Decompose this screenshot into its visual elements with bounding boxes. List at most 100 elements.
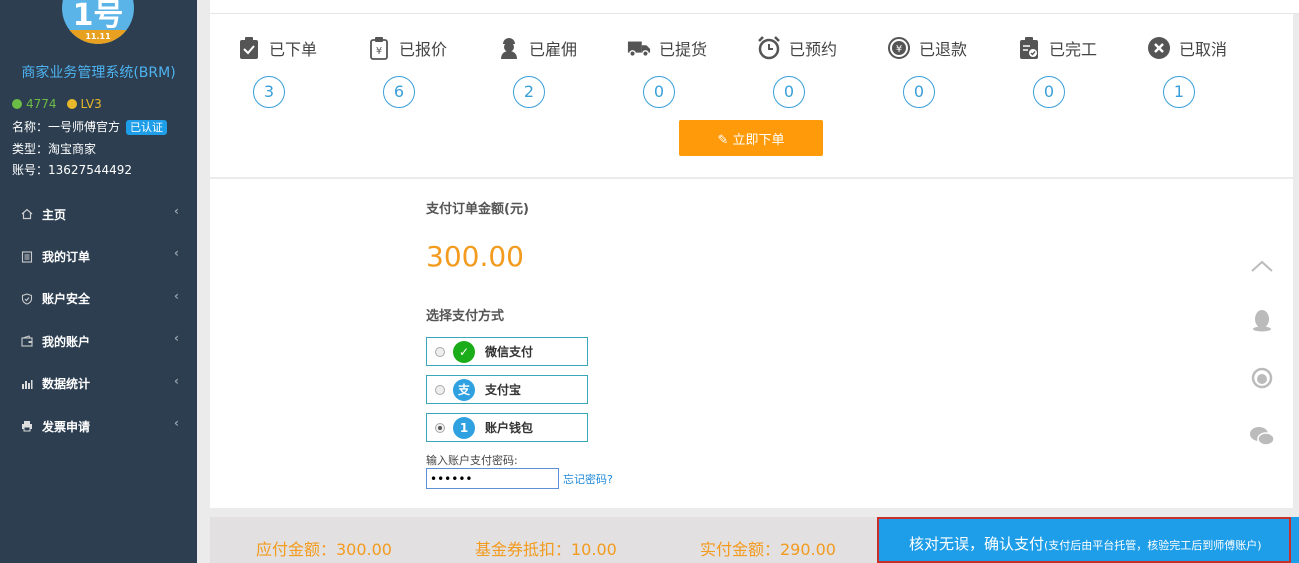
alarm-clock-icon — [757, 36, 781, 60]
type-value: 淘宝商家 — [48, 142, 97, 156]
method-label: 账户钱包 — [485, 421, 534, 435]
confirm-sub-label: (支付后由平台托管，核验完工后到师傅账户) — [1044, 538, 1262, 552]
coin-stat: 4774 — [12, 97, 57, 111]
order-status-panel: 已下单 3 ¥ 已报价 6 已雇佣 2 已提货 0 已预约 0 ¥ 已退款 0 … — [210, 14, 1293, 177]
clipboard-done-icon — [1017, 36, 1041, 60]
sidebar-item-stats[interactable]: 数据统计 ‹ — [0, 363, 197, 405]
method-label: 微信支付 — [485, 345, 534, 359]
account-value: 13627544492 — [48, 163, 132, 177]
password-field[interactable] — [426, 468, 559, 489]
sidebar-item-label: 数据统计 — [42, 377, 91, 392]
edit-icon: ✎ — [717, 132, 733, 148]
status-refunded[interactable]: ¥ 已退款 0 — [887, 36, 1007, 108]
wechat-icon[interactable] — [1248, 422, 1276, 450]
type-label: 类型： — [12, 142, 49, 156]
status-count: 2 — [513, 76, 545, 108]
forgot-password-link[interactable]: 忘记密码? — [563, 471, 613, 487]
user-stats: 4774 LV3 — [12, 97, 102, 111]
status-scheduled[interactable]: 已预约 0 — [757, 36, 877, 108]
method-wechat[interactable]: ✓ 微信支付 — [426, 337, 588, 366]
status-count: 0 — [773, 76, 805, 108]
sidebar-item-label: 我的账户 — [42, 334, 91, 349]
payment-amount: 300.00 — [426, 240, 524, 273]
bar-chart-icon — [20, 377, 34, 391]
chevron-left-icon: ‹ — [174, 204, 179, 218]
top-bar — [210, 0, 1299, 14]
sidebar-item-label: 我的订单 — [42, 250, 91, 265]
logo-text: 1号 — [72, 0, 124, 33]
profile-account: 账号：13627544492 — [12, 161, 132, 178]
sidebar-item-invoice[interactable]: 发票申请 ‹ — [0, 405, 197, 447]
sidebar-item-orders[interactable]: 我的订单 ‹ — [0, 235, 197, 277]
alipay-icon: 支 — [453, 378, 475, 401]
chevron-left-icon: ‹ — [174, 373, 179, 388]
sidebar-item-security[interactable]: 账户安全 ‹ — [0, 278, 197, 320]
method-alipay[interactable]: 支 支付宝 — [426, 375, 588, 404]
order-now-label: 立即下单 — [732, 132, 785, 148]
radio-button[interactable] — [435, 346, 445, 357]
method-wallet[interactable]: 1 账户钱包 — [426, 413, 588, 442]
shield-icon — [20, 292, 34, 306]
coin-icon — [12, 99, 22, 109]
profile-type: 类型：淘宝商家 — [12, 140, 96, 157]
support-icon[interactable] — [1248, 364, 1276, 392]
wallet-logo-icon: 1 — [453, 416, 475, 439]
level-value: LV3 — [80, 97, 102, 111]
logo: 1号 11.11 — [62, 0, 134, 44]
status-picked-up[interactable]: 已提货 0 — [627, 36, 747, 108]
status-label: 已完工 — [1049, 40, 1098, 59]
system-name: 商家业务管理系统(BRM) — [21, 65, 176, 81]
radio-button-selected[interactable] — [435, 422, 445, 433]
svg-text:¥: ¥ — [896, 44, 902, 55]
refund-icon: ¥ — [887, 36, 911, 60]
status-hired[interactable]: 已雇佣 2 — [497, 36, 617, 108]
status-label: 已雇佣 — [529, 40, 578, 59]
method-title: 选择支付方式 — [426, 309, 505, 324]
status-count: 0 — [1033, 76, 1065, 108]
chevron-left-icon: ‹ — [174, 288, 179, 303]
svg-text:¥: ¥ — [376, 46, 382, 57]
floating-toolbar — [1248, 252, 1276, 480]
name-label: 名称： — [12, 120, 49, 134]
chevron-left-icon: ‹ — [174, 331, 179, 346]
button-edge — [1291, 517, 1299, 563]
actual-amount: 实付金额：290.00 — [700, 540, 836, 559]
status-count: 3 — [253, 76, 285, 108]
status-label: 已下单 — [269, 40, 318, 59]
status-count: 1 — [1163, 76, 1195, 108]
confirm-pay-button[interactable]: 核对无误，确认支付(支付后由平台托管，核验完工后到师傅账户) — [877, 517, 1291, 563]
yen-clipboard-icon: ¥ — [367, 36, 391, 60]
chevron-left-icon: ‹ — [174, 415, 179, 430]
voucher-amount: 基金券抵扣：10.00 — [475, 540, 617, 559]
status-completed[interactable]: 已完工 0 — [1017, 36, 1137, 108]
account-label: 账号： — [12, 163, 49, 177]
profile-name: 名称：一号师傅官方 已认证 — [12, 118, 168, 135]
radio-button[interactable] — [435, 384, 445, 395]
wechat-pay-icon: ✓ — [453, 340, 475, 363]
status-label: 已退款 — [919, 40, 968, 59]
verified-badge: 已认证 — [126, 120, 168, 135]
status-label: 已取消 — [1179, 40, 1228, 59]
sidebar: 1号 11.11 商家业务管理系统(BRM) 4774 LV3 名称：一号师傅官… — [0, 0, 197, 563]
status-label: 已预约 — [789, 40, 838, 59]
printer-icon — [20, 419, 34, 433]
sidebar-item-label: 账户安全 — [42, 292, 91, 307]
sidebar-nav: 主页 ‹ 我的订单 ‹ 账户安全 ‹ 我的账户 ‹ 数据统计 ‹ 发票申请 ‹ — [0, 193, 197, 447]
truck-icon — [627, 36, 651, 60]
scroll-top-icon[interactable] — [1248, 252, 1276, 280]
status-cancelled[interactable]: 已取消 1 — [1147, 36, 1267, 108]
status-quoted[interactable]: ¥ 已报价 6 — [367, 36, 487, 108]
chevron-left-icon: ‹ — [174, 246, 179, 261]
sidebar-item-home[interactable]: 主页 ‹ — [0, 193, 197, 235]
status-label: 已提货 — [659, 40, 708, 59]
order-now-button[interactable]: ✎ 立即下单 — [679, 120, 823, 156]
list-icon — [20, 250, 34, 264]
status-ordered[interactable]: 已下单 3 — [237, 36, 357, 108]
payment-title: 支付订单金额(元) — [426, 202, 529, 217]
qq-icon[interactable] — [1248, 306, 1276, 334]
status-count: 0 — [643, 76, 675, 108]
name-value: 一号师傅官方 — [48, 120, 121, 134]
sidebar-item-account[interactable]: 我的账户 ‹ — [0, 320, 197, 362]
password-label: 输入账户支付密码: — [426, 454, 518, 467]
level-stat: LV3 — [66, 97, 102, 111]
